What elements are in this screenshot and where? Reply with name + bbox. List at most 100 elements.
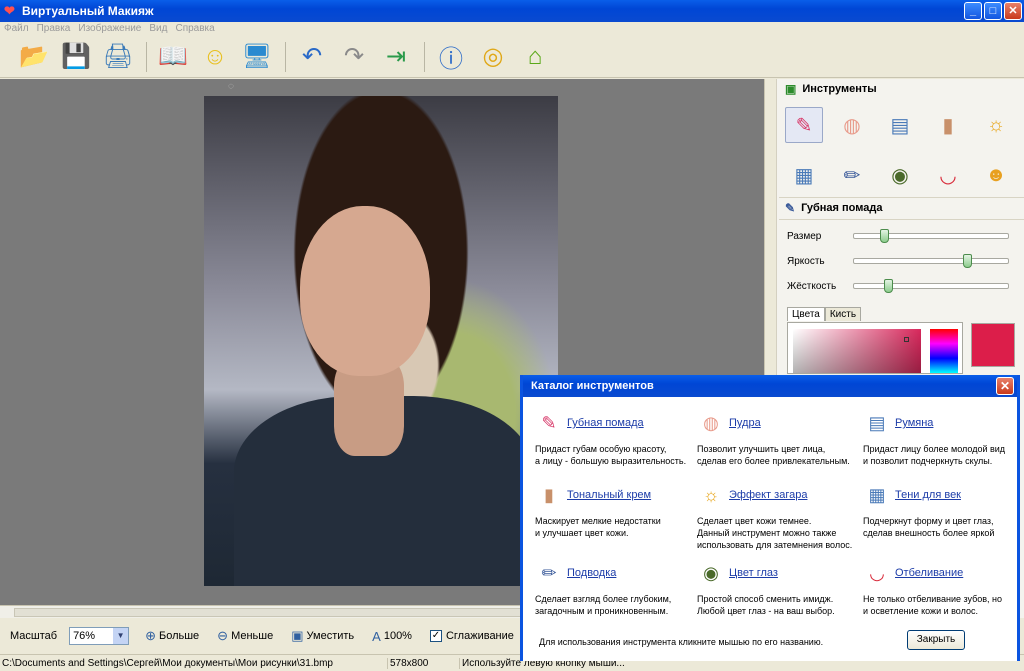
catalog-desc-whitening: Не только отбеливание зубов, но и осветле… (863, 594, 1003, 616)
menu-view[interactable]: Вид (149, 22, 167, 36)
catalog-desc-foundation: Маскирует мелкие недостатки и улучшает цв… (535, 516, 661, 538)
catalog-link-lipstick[interactable]: Губная помада (567, 417, 644, 429)
catalog-link-tan[interactable]: Эффект загара (729, 489, 807, 501)
size-slider-thumb[interactable] (880, 229, 889, 243)
fit-label: Уместить (306, 630, 355, 642)
hardness-slider-thumb[interactable] (884, 279, 893, 293)
color-tabs: Цвета Кисть (787, 307, 862, 321)
chevron-down-icon[interactable]: ▼ (113, 628, 129, 644)
catalog-link-eyeliner[interactable]: Подводка (567, 567, 616, 579)
dialog-footer-hint: Для использования инструмента кликните м… (539, 637, 824, 647)
catalog-desc-eyeliner: Сделает взгляд более глубоким, загадочным… (535, 594, 672, 616)
powder-icon: ◍ (703, 412, 719, 433)
powder-icon[interactable]: ◍ (833, 107, 871, 143)
status-file-path: C:\Documents and Settings\Сергей\Мои док… (0, 657, 388, 669)
catalog-link-blush[interactable]: Румяна (895, 417, 933, 429)
zoom-label: Масштаб (10, 630, 58, 642)
monitor-icon[interactable]: 🖥 (239, 39, 275, 75)
maximize-button[interactable]: □ (984, 2, 1002, 20)
catalog-desc-eyeshadow: Подчеркнут форму и цвет глаз, сделав внеш… (863, 516, 995, 538)
minimize-button[interactable]: _ (964, 2, 982, 20)
blush-icon: ▤ (868, 412, 886, 433)
eyeshadow-icon[interactable]: ▦ (785, 157, 823, 193)
actual-size-button[interactable]: A 100% (372, 629, 412, 644)
size-slider-row: Размер (787, 227, 1017, 245)
tools-header-icon: ▣ (785, 82, 797, 96)
catalog-link-eyeshadow[interactable]: Тени для век (895, 489, 961, 501)
smile-icon[interactable]: ☺ (197, 39, 233, 75)
toolbar: 📂 💾 🖨 📖 ☺ 🖥 ↶ ↷ ⇥ ⓘ ◎ ⌂ (0, 36, 1024, 78)
hue-bar[interactable] (930, 329, 958, 373)
toolbar-separator (146, 41, 147, 72)
home-icon[interactable]: ⌂ (517, 39, 553, 75)
info-icon[interactable]: ⓘ (433, 39, 469, 75)
hardness-label: Жёсткость (787, 280, 837, 292)
dialog-body: ✎ Губная помада Придаст губам особую крас… (523, 397, 1017, 661)
fit-button[interactable]: ▣ Уместить (291, 628, 354, 644)
tab-brush[interactable]: Кисть (824, 307, 862, 321)
portrait-photo[interactable] (204, 96, 558, 586)
coins-icon[interactable]: ◎ (475, 39, 511, 75)
menu-file[interactable]: Файл (4, 22, 29, 36)
size-label: Размер (787, 230, 822, 242)
size-slider[interactable] (853, 229, 1009, 243)
zoom-out-label: Меньше (231, 630, 274, 642)
catalog-link-foundation[interactable]: Тональный крем (567, 489, 651, 501)
toolbar-separator (285, 41, 286, 72)
catalog-link-powder[interactable]: Пудра (729, 417, 761, 429)
panel-divider (779, 219, 1024, 220)
lipstick-icon: ✎ (541, 412, 557, 433)
hardness-slider[interactable] (853, 279, 1009, 293)
selected-tool-header: ✎ Губная помада (779, 198, 1024, 218)
menu-help[interactable]: Справка (175, 22, 214, 36)
status-image-size: 578x800 (388, 657, 460, 669)
menu-image[interactable]: Изображение (78, 22, 141, 36)
tools-title: Инструменты (802, 83, 877, 95)
eye-color-icon[interactable]: ◉ (881, 157, 919, 193)
close-button[interactable]: ✕ (1004, 2, 1022, 20)
saturation-field[interactable] (793, 329, 921, 373)
catalog-link-whitening[interactable]: Отбеливание (895, 567, 963, 579)
catalog-desc-blush: Придаст лицу более молодой вид и позволит… (863, 444, 1006, 466)
loading-spinner-icon: ◌ (228, 81, 234, 92)
eyeliner-icon[interactable]: ✏ (833, 157, 871, 193)
blush-icon[interactable]: ▤ (881, 107, 919, 143)
zoom-value: 76% (73, 630, 96, 642)
person-icon[interactable]: ☻ (977, 157, 1015, 193)
color-picker-marker[interactable] (904, 337, 909, 342)
dialog-close-button[interactable]: Закрыть (907, 630, 965, 650)
zoom-in-button[interactable]: ⊕ Больше (145, 628, 199, 644)
current-color-swatch[interactable] (971, 323, 1015, 367)
dialog-close-icon[interactable]: ✕ (996, 377, 1014, 395)
export-icon[interactable]: ⇥ (378, 39, 414, 75)
whitening-icon[interactable]: ◡ (929, 157, 967, 193)
smoothing-checkbox-row[interactable]: ✓ Сглаживание (429, 630, 514, 642)
print-icon[interactable]: 🖨 (100, 39, 136, 75)
zoom-out-button[interactable]: ⊖ Меньше (217, 628, 273, 644)
catalog-link-eye-color[interactable]: Цвет глаз (729, 567, 778, 579)
dialog-title-bar: Каталог инструментов ✕ (523, 375, 1017, 397)
menu-edit[interactable]: Правка (37, 22, 71, 36)
save-icon[interactable]: 💾 (58, 39, 94, 75)
catalog-item-tan: ☼ Эффект загара Сделает цвет кожи темнее.… (697, 483, 857, 551)
zoom-select[interactable]: 76% ▼ (69, 627, 130, 645)
open-icon[interactable]: 📂 (16, 39, 52, 75)
lipstick-icon[interactable]: ✎ (785, 107, 823, 143)
catalog-item-powder: ◍ Пудра Позволит улучшить цвет лица, сдела… (697, 411, 857, 467)
brightness-slider-row: Яркость (787, 252, 1017, 270)
photo-face (300, 206, 430, 376)
tan-icon[interactable]: ☼ (977, 107, 1015, 143)
tab-colors[interactable]: Цвета (787, 307, 825, 321)
tan-icon: ☼ (702, 484, 720, 505)
zoom-out-icon: ⊖ (217, 628, 229, 643)
catalog-desc-lipstick: Придаст губам особую красоту, а лицу - бо… (535, 444, 687, 466)
redo-icon[interactable]: ↷ (336, 39, 372, 75)
brightness-slider-thumb[interactable] (963, 254, 972, 268)
actual-size-label: 100% (383, 630, 412, 642)
smoothing-checkbox[interactable]: ✓ (429, 630, 442, 642)
undo-icon[interactable]: ↶ (294, 39, 330, 75)
book-icon[interactable]: 📖 (155, 39, 191, 75)
foundation-icon[interactable]: ▮ (929, 107, 967, 143)
catalog-item-foundation: ▮ Тональный крем Маскирует мелкие недоста… (535, 483, 695, 539)
brightness-slider[interactable] (853, 254, 1009, 268)
